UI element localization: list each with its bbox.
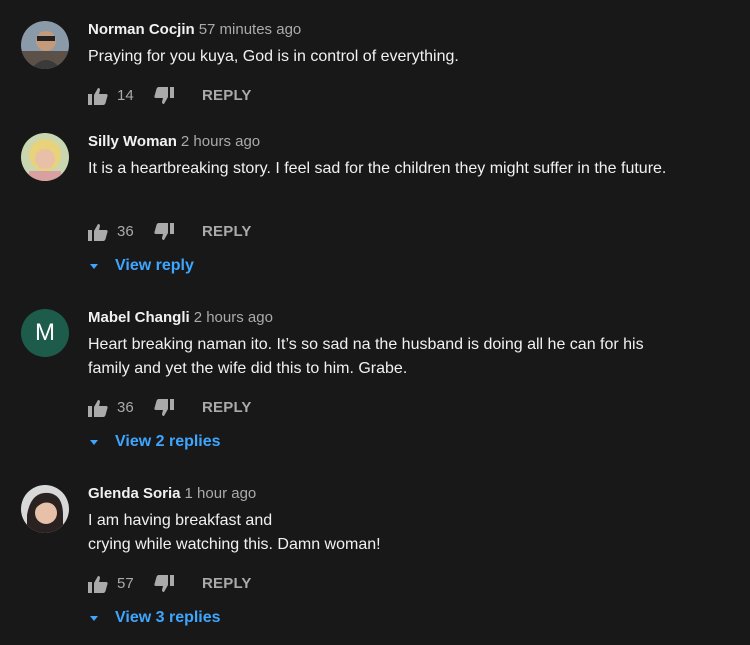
reply-button[interactable]: REPLY	[202, 87, 252, 104]
avatar-photo-icon	[21, 485, 69, 533]
like-icon[interactable]	[88, 399, 108, 417]
comment-text: Praying for you kuya, God is in control …	[88, 48, 459, 65]
comment-header: Mabel Changli 2 hours ago	[88, 309, 273, 326]
reply-button[interactable]: REPLY	[202, 575, 252, 592]
comment-timestamp[interactable]: 57 minutes ago	[199, 21, 302, 38]
chevron-down-icon	[90, 264, 98, 269]
view-replies-label: View 2 replies	[115, 433, 221, 450]
comment-timestamp[interactable]: 1 hour ago	[185, 485, 257, 502]
like-icon[interactable]	[88, 87, 108, 105]
comment-timestamp[interactable]: 2 hours ago	[194, 309, 273, 326]
comment-header: Glenda Soria 1 hour ago	[88, 485, 256, 502]
author-name[interactable]: Mabel Changli	[88, 309, 190, 326]
like-count: 14	[117, 87, 134, 104]
like-icon[interactable]	[88, 575, 108, 593]
avatar-photo-icon	[21, 133, 69, 181]
comment-text-line: crying while watching this. Damn woman!	[88, 536, 381, 553]
author-name[interactable]: Silly Woman	[88, 133, 177, 150]
reply-button[interactable]: REPLY	[202, 399, 252, 416]
dislike-icon[interactable]	[154, 399, 174, 417]
comment-header: Silly Woman 2 hours ago	[88, 133, 260, 150]
comment-text: It is a heartbreaking story. I feel sad …	[88, 160, 667, 177]
comment-timestamp[interactable]: 2 hours ago	[181, 133, 260, 150]
avatar[interactable]	[21, 21, 69, 69]
like-count: 57	[117, 575, 134, 592]
comment-text: Heart breaking naman ito. It’s so sad na…	[88, 336, 644, 377]
author-name[interactable]: Glenda Soria	[88, 485, 181, 502]
comment-text: I am having breakfast and crying while w…	[88, 509, 688, 557]
view-replies-label: View reply	[115, 257, 194, 274]
comment-text-line: I am having breakfast and	[88, 512, 273, 529]
comment-header: Norman Cocjin 57 minutes ago	[88, 21, 301, 38]
dislike-icon[interactable]	[154, 87, 174, 105]
dislike-icon[interactable]	[154, 223, 174, 241]
author-name[interactable]: Norman Cocjin	[88, 21, 195, 38]
chevron-down-icon	[90, 616, 98, 621]
avatar-letter: M	[35, 319, 55, 346]
dislike-icon[interactable]	[154, 575, 174, 593]
like-count: 36	[117, 399, 134, 416]
like-icon[interactable]	[88, 223, 108, 241]
chevron-down-icon	[90, 440, 98, 445]
avatar[interactable]	[21, 485, 69, 533]
avatar[interactable]: M	[21, 309, 69, 357]
reply-button[interactable]: REPLY	[202, 223, 252, 240]
view-replies-label: View 3 replies	[115, 609, 221, 626]
like-count: 36	[117, 223, 134, 240]
avatar[interactable]	[21, 133, 69, 181]
avatar-photo-icon	[21, 21, 69, 69]
